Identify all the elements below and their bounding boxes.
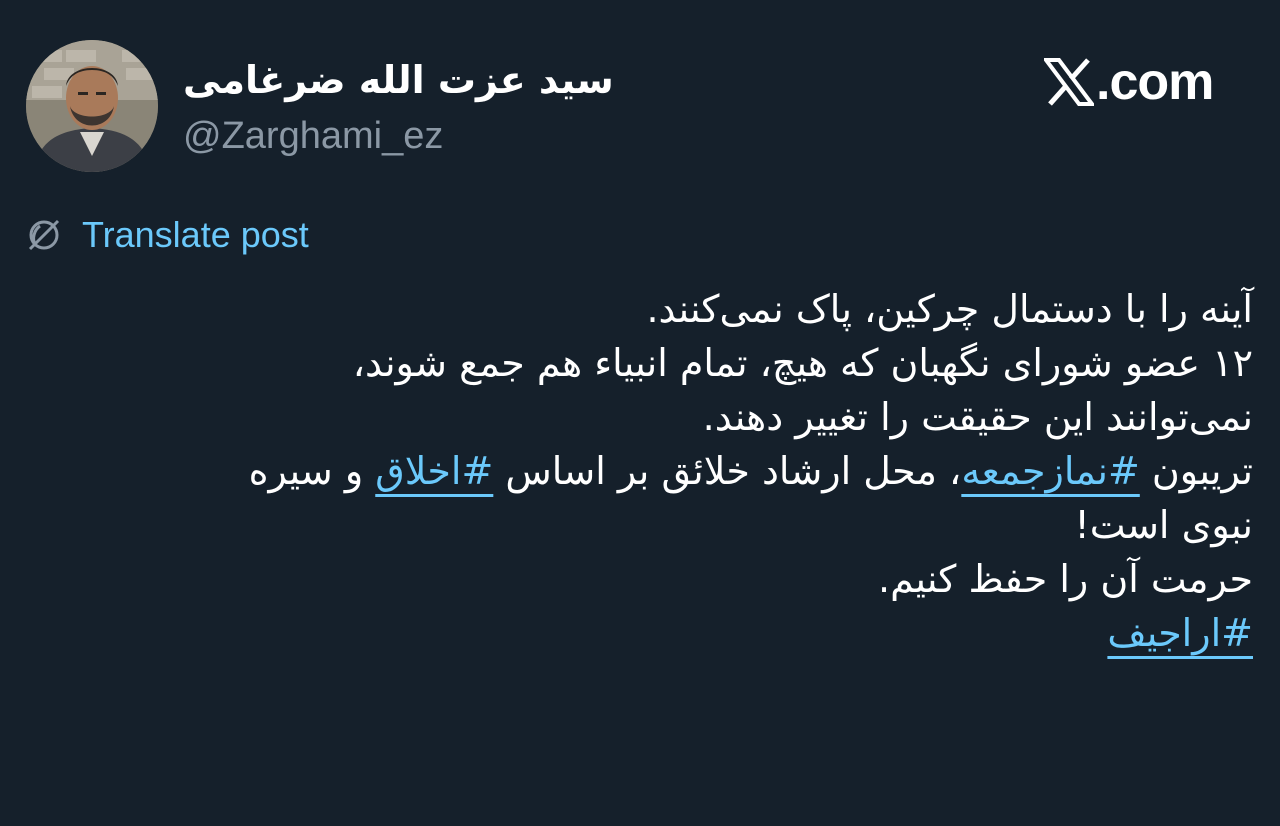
post-text-segment: ، محل ارشاد خلائق بر اساس	[493, 449, 962, 493]
site-name: .com	[1096, 53, 1214, 111]
post-text-line: آینه را با دستمال چرکین، پاک نمی‌کنند.	[13, 282, 1253, 336]
post-text-line: حرمت آن را حفظ کنیم.	[13, 552, 1253, 606]
post-text-line: نمی‌توانند این حقیقت را تغییر دهند.	[13, 390, 1253, 444]
post-text-segment: نبوی است!	[1074, 503, 1253, 547]
post-text-segment: حرمت آن را حفظ کنیم.	[878, 557, 1253, 601]
post-text: آینه را با دستمال چرکین، پاک نمی‌کنند. ۱۲…	[13, 282, 1253, 660]
post-text-segment: آینه را با دستمال چرکین، پاک نمی‌کنند.	[646, 287, 1253, 331]
hashtag-link[interactable]: #اخلاق	[375, 449, 493, 493]
post-text-line: تریبون #نمازجمعه، محل ارشاد خلائق بر اسا…	[13, 444, 1253, 498]
hashtag-link[interactable]: #نمازجمعه	[961, 449, 1139, 493]
author-avatar[interactable]	[26, 40, 158, 172]
post-text-segment: ۱۲ عضو شورای نگهبان که هیچ، تمام انبیاء …	[352, 341, 1253, 385]
post-text-segment: تریبون	[1139, 449, 1253, 493]
author-display-name[interactable]: سید عزت الله ضرغامی	[183, 56, 614, 104]
avatar-image	[26, 40, 158, 172]
translate-post-button[interactable]: Translate post	[26, 212, 309, 258]
post-text-line: #اراجیف	[13, 606, 1253, 660]
x-logo-icon	[1044, 58, 1094, 106]
post-text-line: نبوی است!	[13, 498, 1253, 552]
translate-post-label: Translate post	[82, 214, 309, 255]
globe-icon	[28, 219, 60, 251]
post-text-line: ۱۲ عضو شورای نگهبان که هیچ، تمام انبیاء …	[13, 336, 1253, 390]
site-logo: .com	[1044, 52, 1214, 112]
hashtag-link[interactable]: #اراجیف	[1107, 611, 1253, 655]
post-text-segment: نمی‌توانند این حقیقت را تغییر دهند.	[702, 395, 1253, 439]
author-handle[interactable]: @Zarghami_ez	[183, 112, 443, 160]
post-text-segment: و سیره	[248, 449, 376, 493]
